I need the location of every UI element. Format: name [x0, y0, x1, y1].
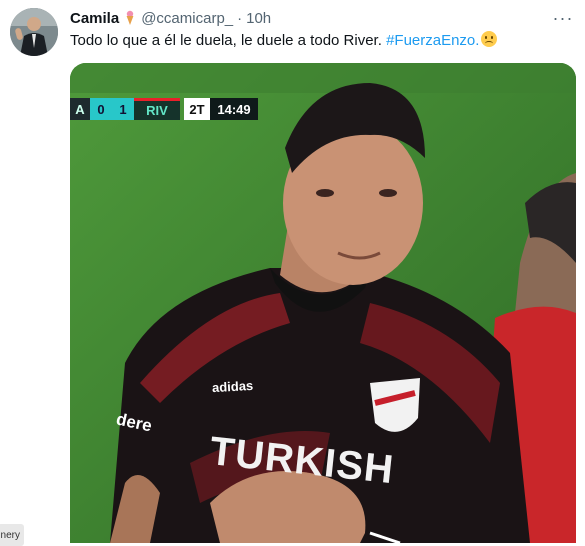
half-label: 2T [184, 98, 210, 120]
team-label: RIV [134, 98, 180, 120]
separator-dot: · [237, 9, 243, 27]
avatar-image [10, 8, 58, 56]
sad-face-emoji-icon [481, 31, 498, 47]
match-clock: 14:49 [210, 98, 258, 120]
away-score: 1 [112, 98, 134, 120]
more-options-icon[interactable]: ··· [551, 8, 575, 28]
tweet-body: Todo lo que a él le duela, le duele a to… [70, 32, 382, 49]
user-handle[interactable]: @ccamicarp_ [141, 10, 233, 27]
tweet-media[interactable]: A 0 1 RIV 2T 14:49 adidas TURKISH dere [70, 63, 576, 543]
home-score: 0 [90, 98, 112, 120]
scoreboard: A 0 1 RIV 2T 14:49 [70, 98, 258, 120]
ice-cream-icon [126, 10, 134, 25]
tweet-header: Camila @ccamicarp_ · 10h [70, 8, 271, 28]
display-name[interactable]: Camila [70, 10, 119, 27]
jersey-brand-text: adidas [211, 377, 254, 396]
scoreboard-edge: A [70, 98, 90, 120]
timestamp[interactable]: 10h [246, 10, 271, 27]
hashtag-link[interactable]: #FuerzaEnzo. [386, 32, 479, 49]
tweet-text: Todo lo que a él le duela, le duele a to… [70, 31, 498, 51]
avatar[interactable] [10, 8, 58, 56]
